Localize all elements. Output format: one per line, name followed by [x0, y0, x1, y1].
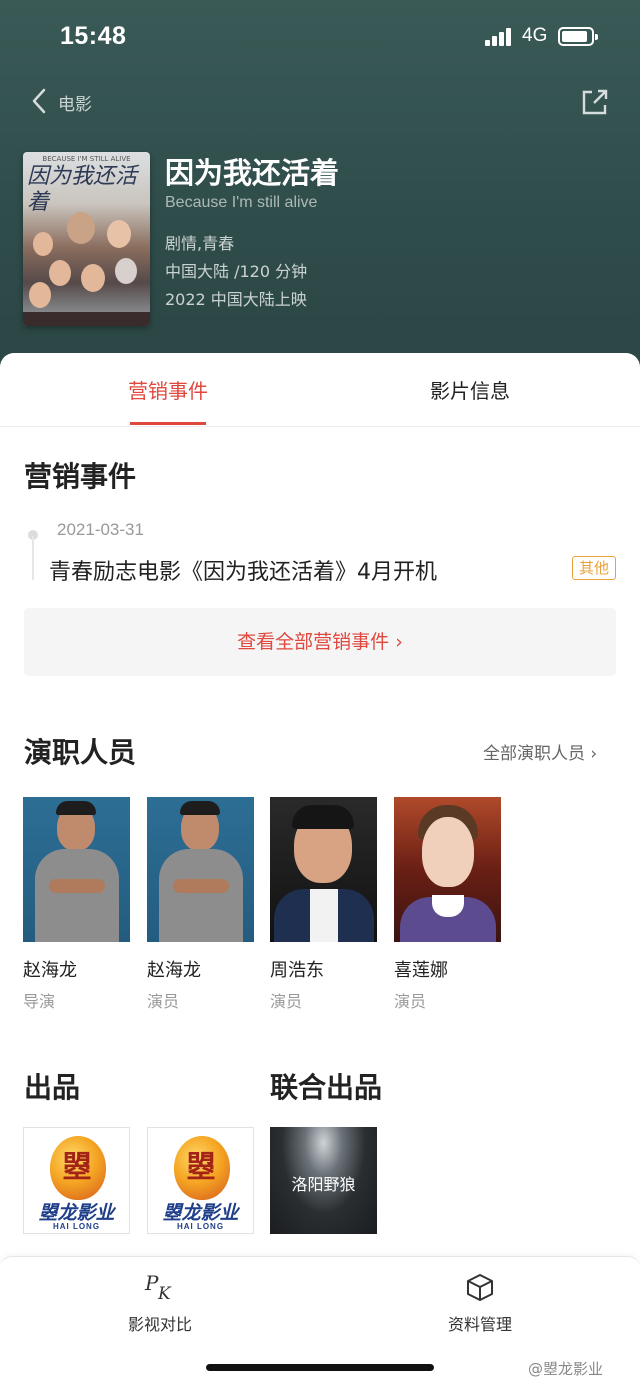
movie-header: 15:48 4G 电影 BECAUSE I'M STILL ALIVE 因为我还… — [0, 0, 640, 380]
cast-photo — [270, 797, 377, 942]
logo-mark: 曌 — [62, 1150, 92, 1185]
share-icon[interactable] — [580, 87, 610, 117]
company-name-en: HAI LONG — [176, 1222, 225, 1231]
pk-icon: P K — [90, 1271, 230, 1303]
movie-poster[interactable]: BECAUSE I'M STILL ALIVE 因为我还活着 — [23, 152, 150, 326]
company-logo[interactable]: 曌 曌龙影业 HAI LONG — [23, 1127, 130, 1234]
company-name-cn: 曌龙影业 — [162, 1202, 239, 1224]
poster-title: 因为我还活着 — [27, 164, 138, 215]
home-indicator — [206, 1364, 434, 1371]
company-name-en: HAI LONG — [52, 1222, 101, 1231]
cast-name: 赵海龙 — [147, 960, 201, 981]
movie-english-title: Because I'm still alive — [165, 194, 318, 211]
company-logo[interactable]: 曌 曌龙影业 HAI LONG — [147, 1127, 254, 1234]
cast-photo — [23, 797, 130, 942]
cast-role: 演员 — [270, 992, 303, 1011]
status-time: 15:48 — [60, 22, 127, 50]
view-all-marketing-button[interactable]: 查看全部营销事件 › — [24, 608, 616, 676]
cast-role: 演员 — [147, 992, 180, 1011]
cast-photo — [394, 797, 501, 942]
poster-credits — [23, 312, 150, 326]
co-production-section-title: 联合出品 — [270, 1071, 383, 1104]
weibo-watermark: @曌龙影业 — [528, 1360, 604, 1378]
tab-marketing[interactable]: 营销事件 — [110, 375, 226, 404]
cast-name: 赵海龙 — [23, 960, 77, 981]
cast-card[interactable]: 赵海龙 导演 — [23, 797, 130, 1012]
cast-card[interactable]: 喜莲娜 演员 — [394, 797, 501, 1012]
compare-button[interactable]: P K 影视对比 — [90, 1271, 230, 1335]
cast-section-title: 演职人员 — [24, 736, 137, 769]
compare-label: 影视对比 — [127, 1315, 192, 1334]
back-label[interactable]: 电影 — [58, 90, 92, 115]
poster-subtitle: BECAUSE I'M STILL ALIVE — [42, 155, 131, 163]
status-bar: 15:48 4G — [0, 18, 640, 58]
production-section-title: 出品 — [24, 1071, 81, 1104]
co-producer-logo[interactable]: 洛阳野狼 — [270, 1127, 377, 1234]
cast-card[interactable]: 周浩东 演员 — [270, 797, 377, 1012]
movie-region-duration: 中国大陆 /120 分钟 — [165, 262, 308, 281]
timeline-line — [32, 536, 34, 580]
battery-icon — [558, 27, 598, 46]
signal-icon — [485, 28, 515, 46]
event-date: 2021-03-31 — [57, 520, 144, 539]
movie-release: 2022 中国大陆上映 — [165, 290, 307, 309]
event-title[interactable]: 青春励志电影《因为我还活着》4月开机 — [49, 554, 437, 586]
svg-text:K: K — [157, 1284, 172, 1302]
battery-level — [562, 31, 588, 42]
cast-card[interactable]: 赵海龙 演员 — [147, 797, 254, 1012]
tab-bar: 营销事件 影片信息 — [0, 353, 640, 427]
nav-bar: 电影 — [0, 85, 640, 119]
logo-mark: 曌 — [186, 1150, 216, 1185]
poster-cast-artwork — [29, 212, 144, 312]
co-producer-name: 洛阳野狼 — [291, 1175, 356, 1194]
network-type: 4G — [522, 25, 548, 46]
box-icon — [410, 1271, 550, 1303]
all-cast-link[interactable]: 全部演职人员 › — [483, 739, 597, 764]
cast-role: 演员 — [394, 992, 427, 1011]
marketing-section-title: 营销事件 — [24, 460, 137, 493]
movie-title: 因为我还活着 — [165, 156, 340, 190]
tab-active-indicator — [130, 422, 206, 425]
data-management-button[interactable]: 资料管理 — [410, 1271, 550, 1335]
back-chevron-icon[interactable] — [30, 87, 50, 115]
data-management-label: 资料管理 — [447, 1315, 512, 1334]
cast-photo — [147, 797, 254, 942]
tab-film-info[interactable]: 影片信息 — [412, 375, 528, 404]
movie-genre: 剧情,青春 — [165, 234, 235, 253]
svg-text:P: P — [144, 1272, 159, 1295]
event-tag: 其他 — [572, 556, 616, 580]
cast-role: 导演 — [23, 992, 56, 1011]
cast-name: 周浩东 — [270, 960, 324, 981]
cast-name: 喜莲娜 — [394, 960, 448, 981]
company-name-cn: 曌龙影业 — [38, 1202, 115, 1224]
